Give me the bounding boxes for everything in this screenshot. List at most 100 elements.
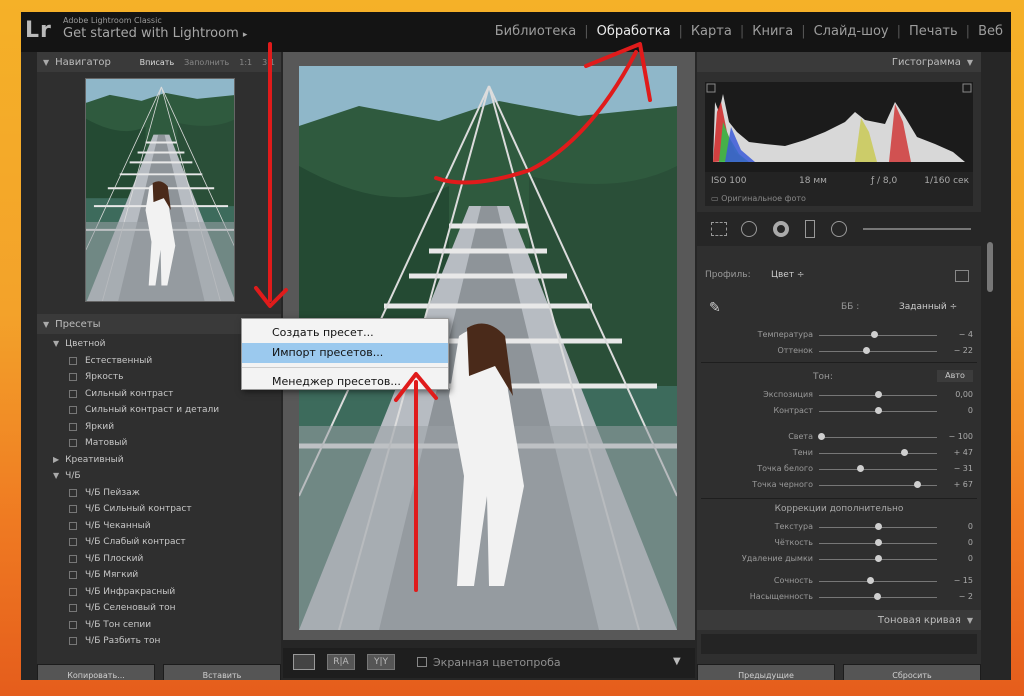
slider-track[interactable] [819, 469, 937, 470]
red-eye-icon[interactable] [773, 221, 789, 237]
preset-item[interactable]: Сильный контраст и детали [37, 402, 281, 419]
right-panel-scrollbar[interactable] [987, 242, 993, 292]
slider-knob[interactable] [913, 481, 921, 488]
softproof-checkbox[interactable] [417, 657, 427, 667]
compare-view-button[interactable]: R|A [327, 654, 355, 670]
copy-button[interactable]: Копировать... [37, 664, 155, 680]
preset-item[interactable]: Ч/Б Пейзаж [37, 485, 281, 502]
slider-knob[interactable] [866, 577, 874, 584]
slider-knob[interactable] [871, 331, 879, 338]
slider-value[interactable]: − 15 [933, 576, 973, 585]
previous-button[interactable]: Предыдущие [697, 664, 835, 680]
slider-row: Тени + 47 [697, 446, 981, 460]
wb-label: ББ : [841, 302, 860, 312]
slider-label: Света [788, 432, 813, 441]
radial-filter-icon[interactable] [831, 221, 847, 237]
zoom-1-1[interactable]: 1:1 [239, 58, 252, 67]
graduated-filter-icon[interactable] [805, 220, 815, 238]
slider-knob[interactable] [818, 433, 826, 440]
collapse-triangle-icon: ▼ [966, 615, 973, 625]
brand-title[interactable]: Get started with Lightroom ▸ [63, 26, 247, 41]
slider-track[interactable] [819, 581, 937, 582]
slider-value[interactable]: − 2 [933, 592, 973, 601]
slider-knob[interactable] [875, 539, 882, 546]
menu-preset-manager[interactable]: Менеджер пресетов... [242, 372, 448, 392]
shutter-speed: 1/160 сек [924, 176, 969, 186]
module-tab[interactable]: Печать [901, 24, 966, 39]
histogram-title: Гистограмма [891, 56, 961, 68]
module-tab[interactable]: Книга [744, 24, 801, 39]
preset-item[interactable]: Матовый [37, 435, 281, 452]
slider-value[interactable]: + 67 [933, 480, 973, 489]
preset-item[interactable]: Ч/Б Сильный контраст [37, 501, 281, 518]
slider-value[interactable]: − 100 [933, 432, 973, 441]
slider-knob[interactable] [857, 465, 865, 472]
focal-length: 18 мм [799, 176, 827, 186]
slider-track[interactable] [819, 351, 937, 352]
slider-knob[interactable] [863, 347, 871, 354]
slider-value[interactable]: 0 [933, 406, 973, 415]
navigator-header[interactable]: ▼ Навигатор Вписать Заполнить 1:1 3:1 [37, 52, 281, 72]
crop-tool-icon[interactable] [711, 222, 727, 236]
slider-value[interactable]: − 31 [933, 464, 973, 473]
spot-removal-icon[interactable] [741, 221, 757, 237]
module-tab[interactable]: Веб [970, 24, 1011, 39]
navigator-thumbnail[interactable] [85, 78, 235, 302]
menu-import-presets[interactable]: Импорт пресетов... [242, 343, 448, 363]
tone-curve-header[interactable]: Тоновая кривая ▼ [697, 610, 981, 630]
preset-item[interactable]: Ч/Б Слабый контраст [37, 534, 281, 551]
eyedropper-icon[interactable]: ✎ [709, 300, 725, 320]
module-tab[interactable]: Слайд-шоу [806, 24, 897, 39]
zoom-3-1[interactable]: 3:1 [262, 58, 275, 67]
profile-select[interactable]: Цвет ÷ [771, 270, 804, 280]
wb-select[interactable]: Заданный ÷ [899, 302, 957, 312]
slider-knob[interactable] [875, 555, 882, 562]
module-tab[interactable]: Обработка [589, 24, 679, 39]
auto-tone-button[interactable]: Авто [937, 370, 973, 382]
histogram-graph[interactable] [705, 82, 973, 172]
module-tab[interactable]: Библиотека [487, 24, 585, 39]
slider-knob[interactable] [873, 593, 881, 600]
preset-item[interactable]: Яркий [37, 419, 281, 436]
slider-value[interactable]: − 4 [933, 330, 973, 339]
slider-knob[interactable] [875, 407, 882, 414]
histogram-header[interactable]: Гистограмма ▼ [697, 52, 981, 72]
collapse-triangle-icon: ▼ [966, 57, 973, 67]
before-after-button[interactable]: Y|Y [367, 654, 395, 670]
slider-track[interactable] [819, 453, 937, 454]
preset-item[interactable]: Ч/Б Селеновый тон [37, 600, 281, 617]
reset-button[interactable]: Сбросить [843, 664, 981, 680]
preset-item[interactable]: Ч/Б Мягкий [37, 567, 281, 584]
zoom-fill[interactable]: Заполнить [184, 58, 229, 67]
bridge-photo-thumbnail-icon [86, 79, 234, 301]
preset-item[interactable]: Ч/Б Чеканный [37, 518, 281, 535]
slider-value[interactable]: 0 [933, 538, 973, 547]
slider-value[interactable]: 0,00 [933, 390, 973, 399]
slider-knob[interactable] [875, 523, 882, 530]
slider-value[interactable]: 0 [933, 554, 973, 563]
loupe-view-icon[interactable] [293, 654, 315, 670]
slider-track[interactable] [819, 437, 937, 438]
module-tab[interactable]: Карта [683, 24, 740, 39]
preset-item[interactable]: Ч/Б Разбить тон [37, 633, 281, 650]
slider-knob[interactable] [875, 391, 882, 398]
slider-track[interactable] [819, 335, 937, 336]
preset-item[interactable]: Ч/Б Инфракрасный [37, 584, 281, 601]
slider-value[interactable]: + 47 [933, 448, 973, 457]
slider-knob[interactable] [900, 449, 908, 456]
zoom-fit[interactable]: Вписать [140, 58, 175, 67]
brush-slider[interactable] [863, 228, 971, 230]
profile-browser-grid-icon[interactable] [955, 270, 969, 282]
preset-group[interactable]: ▶ Креативный [37, 452, 281, 469]
original-photo-checkbox[interactable]: ▭ Оригинальное фото [711, 194, 806, 203]
slider-value[interactable]: 0 [933, 522, 973, 531]
menu-create-preset[interactable]: Создать пресет... [242, 323, 448, 343]
slider-value[interactable]: − 22 [933, 346, 973, 355]
paste-button[interactable]: Вставить [163, 664, 281, 680]
preset-item[interactable]: Ч/Б Плоский [37, 551, 281, 568]
preset-group[interactable]: ▼ Ч/Б [37, 468, 281, 485]
slider-row: Контраст 0 [697, 404, 981, 418]
preset-item[interactable]: Ч/Б Тон сепии [37, 617, 281, 634]
toolbar-menu-chevron-icon[interactable]: ▼ [673, 656, 681, 667]
center-toolbar: R|A Y|Y Экранная цветопроба ▼ [283, 648, 695, 678]
